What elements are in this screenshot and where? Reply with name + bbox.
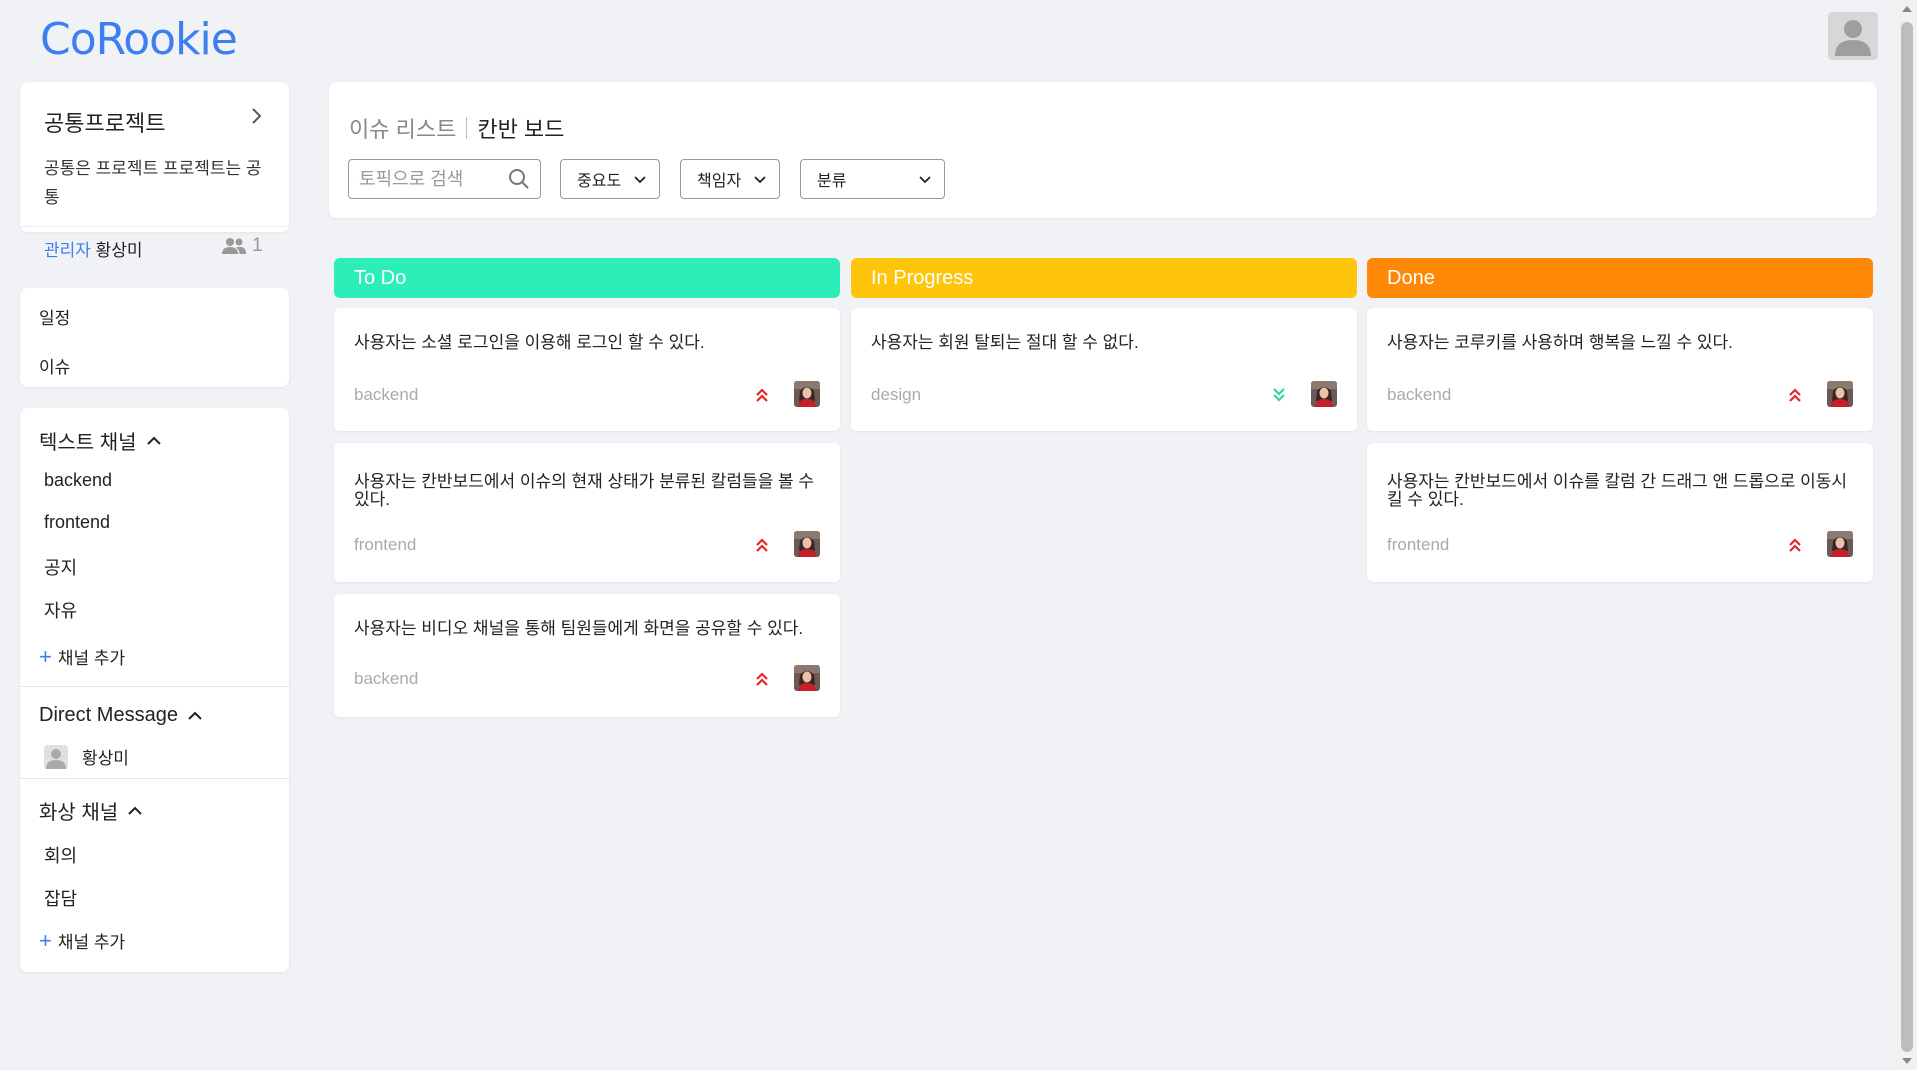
- assignee-avatar: [794, 665, 820, 691]
- issue-title: 사용자는 회원 탈퇴는 절대 할 수 없다.: [871, 333, 1139, 352]
- chevron-up-icon: [188, 711, 202, 720]
- issue-tag: backend: [354, 385, 419, 404]
- priority-filter[interactable]: 중요도: [560, 159, 660, 199]
- column-header-todo: To Do: [334, 258, 840, 298]
- chevron-down-icon: [754, 176, 766, 184]
- issue-tag: frontend: [1387, 535, 1450, 554]
- scroll-up-icon[interactable]: [1902, 6, 1912, 12]
- dm-title: Direct Message: [39, 704, 178, 726]
- admin-label: 관리자: [44, 241, 91, 260]
- member-count-value: 1: [252, 235, 263, 256]
- board-header: 이슈 리스트 칸반 보드 중요도 책임자 분류: [329, 82, 1877, 218]
- add-text-channel-button[interactable]: + 채널 추가: [39, 644, 125, 669]
- dm-user-name: 황상미: [82, 749, 129, 768]
- issue-card[interactable]: 사용자는 칸반보드에서 이슈를 칼럼 간 드래그 앤 드롭으로 이동시킬 수 있…: [1367, 443, 1873, 582]
- nav-card: 일정 이슈: [20, 288, 289, 387]
- nav-item-issue[interactable]: 이슈: [39, 353, 70, 378]
- double-chevron-up-icon: [1787, 537, 1803, 553]
- add-channel-label: 채널 추가: [57, 933, 126, 952]
- user-icon: [1835, 20, 1871, 56]
- assignee-avatar: [1827, 531, 1853, 557]
- search-icon[interactable]: [508, 168, 530, 190]
- text-channel-header[interactable]: 텍스트 채널: [39, 426, 161, 455]
- breadcrumb: 이슈 리스트 칸반 보드: [349, 112, 564, 144]
- search-box: [348, 159, 541, 199]
- divider: [20, 686, 289, 687]
- video-channel-title: 화상 채널: [39, 802, 119, 824]
- assignee-avatar: [794, 381, 820, 407]
- video-channel-item-meeting[interactable]: 회의: [44, 842, 77, 868]
- chevron-right-icon[interactable]: [244, 104, 268, 128]
- issue-card[interactable]: 사용자는 칸반보드에서 이슈의 현재 상태가 분류된 칼럼들을 볼 수 있다. …: [334, 443, 840, 582]
- channel-item-backend[interactable]: backend: [44, 470, 112, 491]
- double-chevron-up-icon: [754, 387, 770, 403]
- scrollbar-thumb[interactable]: [1901, 22, 1913, 1052]
- add-channel-label: 채널 추가: [57, 649, 126, 668]
- issue-tag: backend: [354, 669, 419, 688]
- tab-issue-list[interactable]: 이슈 리스트: [349, 112, 456, 144]
- divider: [466, 117, 468, 139]
- channel-item-free[interactable]: 자유: [44, 597, 77, 623]
- admin-name: 황상미: [95, 241, 143, 260]
- scroll-down-icon[interactable]: [1902, 1058, 1912, 1064]
- issue-card[interactable]: 사용자는 비디오 채널을 통해 팀원들에게 화면을 공유할 수 있다. back…: [334, 594, 840, 717]
- tab-kanban-board[interactable]: 칸반 보드: [477, 112, 564, 144]
- nav-item-schedule[interactable]: 일정: [39, 304, 70, 329]
- channel-item-frontend[interactable]: frontend: [44, 512, 110, 533]
- divider: [20, 778, 289, 779]
- column-header-done: Done: [1367, 258, 1873, 298]
- column-header-in-progress: In Progress: [851, 258, 1357, 298]
- issue-card[interactable]: 사용자는 소셜 로그인을 이용해 로그인 할 수 있다. backend: [334, 308, 840, 431]
- divider: [20, 226, 289, 227]
- project-description: 공통은 프로젝트 프로젝트는 공통: [44, 159, 262, 207]
- avatar: [44, 744, 68, 769]
- issue-title: 사용자는 칸반보드에서 이슈의 현재 상태가 분류된 칼럼들을 볼 수 있다.: [354, 472, 815, 509]
- assignee-filter-label: 책임자: [697, 173, 742, 190]
- scrollbar[interactable]: [1897, 0, 1917, 1070]
- chevron-down-icon: [634, 176, 646, 184]
- priority-filter-label: 중요도: [577, 173, 622, 190]
- issue-tag: frontend: [354, 535, 417, 554]
- assignee-avatar: [1311, 381, 1337, 407]
- chevron-up-icon: [128, 806, 142, 815]
- app-logo[interactable]: CoRookie: [40, 14, 238, 65]
- chevron-up-icon: [146, 436, 161, 445]
- issue-title: 사용자는 칸반보드에서 이슈를 칼럼 간 드래그 앤 드롭으로 이동시킬 수 있…: [1387, 472, 1848, 509]
- double-chevron-up-icon: [754, 537, 770, 553]
- user-avatar[interactable]: [1828, 12, 1878, 60]
- project-admin: 관리자 황상미: [44, 236, 143, 261]
- assignee-avatar: [1827, 381, 1853, 407]
- plus-icon: +: [39, 643, 52, 669]
- issue-card[interactable]: 사용자는 코루키를 사용하며 행복을 느낄 수 있다. backend: [1367, 308, 1873, 431]
- project-title: 공통프로젝트: [44, 111, 166, 136]
- assignee-filter[interactable]: 책임자: [680, 159, 780, 199]
- member-count[interactable]: 1: [222, 235, 263, 257]
- issue-tag: backend: [1387, 385, 1452, 404]
- assignee-avatar: [794, 531, 820, 557]
- double-chevron-up-icon: [1787, 387, 1803, 403]
- dm-item[interactable]: 황상미: [44, 744, 129, 769]
- channel-item-notice[interactable]: 공지: [44, 554, 77, 580]
- issue-tag: design: [871, 385, 922, 404]
- dm-header[interactable]: Direct Message: [39, 704, 202, 727]
- add-video-channel-button[interactable]: + 채널 추가: [39, 928, 125, 953]
- video-channel-item-chat[interactable]: 잡담: [44, 885, 77, 911]
- user-icon: [46, 748, 66, 769]
- video-channel-header[interactable]: 화상 채널: [39, 796, 142, 825]
- issue-title: 사용자는 소셜 로그인을 이용해 로그인 할 수 있다.: [354, 333, 705, 352]
- channels-card: 텍스트 채널 backend frontend 공지 자유 + 채널 추가 Di…: [20, 408, 289, 972]
- text-channel-title: 텍스트 채널: [39, 432, 137, 454]
- project-card: 공통프로젝트 공통은 프로젝트 프로젝트는 공통 관리자 황상미 1: [20, 82, 289, 260]
- search-input[interactable]: [359, 168, 499, 190]
- issue-title: 사용자는 코루키를 사용하며 행복을 느낄 수 있다.: [1387, 333, 1733, 352]
- double-chevron-up-icon: [754, 671, 770, 687]
- people-icon: [222, 238, 246, 254]
- chevron-down-icon: [919, 176, 931, 184]
- category-filter[interactable]: 분류: [800, 159, 945, 199]
- double-chevron-down-icon: [1271, 387, 1287, 403]
- plus-icon: +: [39, 927, 52, 953]
- issue-title: 사용자는 비디오 채널을 통해 팀원들에게 화면을 공유할 수 있다.: [354, 619, 804, 638]
- issue-card[interactable]: 사용자는 회원 탈퇴는 절대 할 수 없다. design: [851, 308, 1357, 431]
- category-filter-label: 분류: [817, 173, 847, 190]
